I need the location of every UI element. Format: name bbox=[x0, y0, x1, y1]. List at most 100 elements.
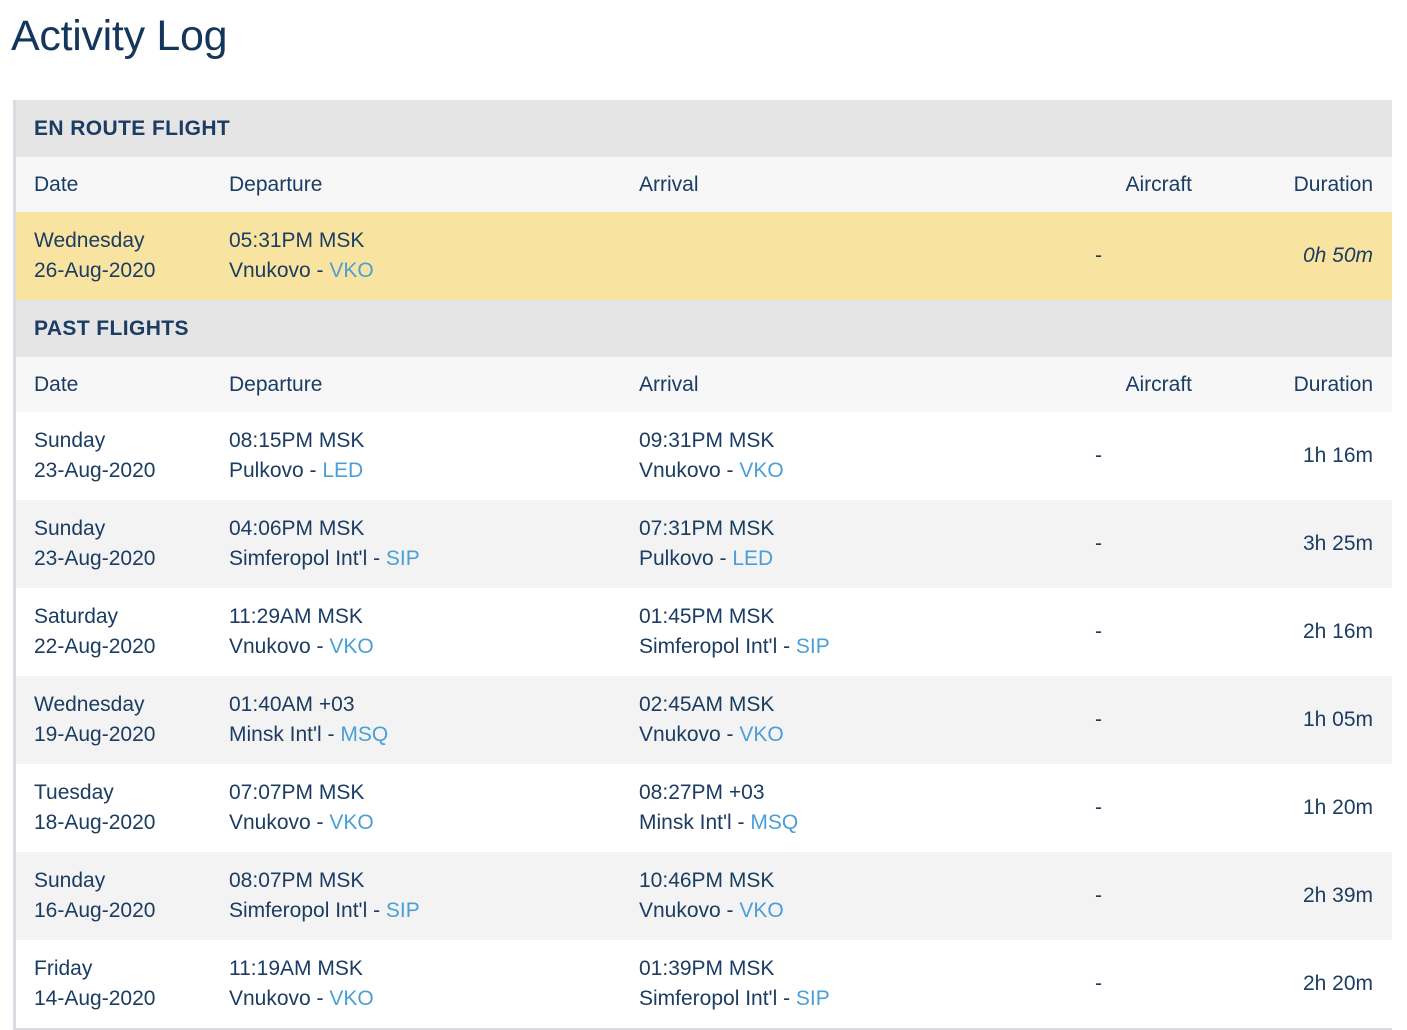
airport-name: Vnukovo - bbox=[639, 459, 740, 482]
cell-departure: 08:15PM MSK Pulkovo - LED bbox=[224, 412, 634, 500]
cell-departure: 01:40AM +03 Minsk Int'l - MSQ bbox=[224, 676, 634, 764]
airport-name: Simferopol Int'l - bbox=[639, 635, 796, 658]
aircraft-value: - bbox=[1095, 532, 1102, 555]
airport-name: Minsk Int'l - bbox=[639, 811, 751, 834]
departure-time: 01:40AM +03 bbox=[229, 693, 355, 716]
table-row[interactable]: Sunday 23-Aug-2020 08:15PM MSK Pulkovo - LE… bbox=[16, 412, 1393, 500]
flight-day: Tuesday bbox=[34, 781, 114, 804]
flight-day: Sunday bbox=[34, 517, 106, 540]
airport-code-link[interactable]: VKO bbox=[329, 635, 373, 658]
airport-name: Vnukovo - bbox=[229, 259, 330, 282]
section-header-en-route-flight: EN ROUTE FLIGHT bbox=[16, 100, 1393, 157]
flight-day: Sunday bbox=[34, 869, 106, 892]
cell-departure: 11:19AM MSK Vnukovo - VKO bbox=[224, 940, 634, 1028]
departure-airport: Vnukovo - VKO bbox=[229, 632, 634, 662]
cell-date: Wednesday 26-Aug-2020 bbox=[16, 212, 224, 300]
departure-time: 11:19AM MSK bbox=[229, 957, 363, 980]
cell-aircraft: - bbox=[1049, 940, 1229, 1028]
column-header-arrival: Arrival bbox=[634, 357, 1049, 412]
cell-arrival: 09:31PM MSK Vnukovo - VKO bbox=[634, 412, 1049, 500]
column-header-duration: Duration bbox=[1229, 157, 1393, 212]
airport-code-link[interactable]: LED bbox=[322, 459, 363, 482]
aircraft-value: - bbox=[1095, 708, 1102, 731]
column-header-aircraft: Aircraft bbox=[1049, 357, 1229, 412]
departure-time: 07:07PM MSK bbox=[229, 781, 365, 804]
airport-code-link[interactable]: SIP bbox=[796, 635, 830, 658]
cell-departure: 11:29AM MSK Vnukovo - VKO bbox=[224, 588, 634, 676]
activity-log-page: Activity Log EN ROUTE FLIGHT Date Departur… bbox=[0, 0, 1407, 1030]
arrival-airport: Vnukovo - VKO bbox=[639, 456, 1049, 486]
arrival-time: 10:46PM MSK bbox=[639, 869, 775, 892]
airport-code-link[interactable]: LED bbox=[732, 547, 773, 570]
aircraft-value: - bbox=[1095, 884, 1102, 907]
airport-name: Vnukovo - bbox=[229, 811, 330, 834]
activity-log-table: EN ROUTE FLIGHT Date Departure Arrival Aircr… bbox=[16, 100, 1393, 1028]
airport-name: Vnukovo - bbox=[639, 723, 740, 746]
column-header-row: Date Departure Arrival Aircraft Duration bbox=[16, 157, 1393, 212]
column-header-aircraft: Aircraft bbox=[1049, 157, 1229, 212]
column-header-departure: Departure bbox=[224, 357, 634, 412]
airport-code-link[interactable]: SIP bbox=[386, 899, 420, 922]
table-row[interactable]: Friday 14-Aug-2020 11:19AM MSK Vnukovo - VK… bbox=[16, 940, 1393, 1028]
departure-airport: Pulkovo - LED bbox=[229, 456, 634, 486]
flight-date: 23-Aug-2020 bbox=[34, 459, 156, 482]
cell-aircraft: - bbox=[1049, 212, 1229, 300]
flight-day: Saturday bbox=[34, 605, 119, 628]
cell-aircraft: - bbox=[1049, 676, 1229, 764]
cell-aircraft: - bbox=[1049, 764, 1229, 852]
airport-code-link[interactable]: SIP bbox=[386, 547, 420, 570]
flight-date: 16-Aug-2020 bbox=[34, 899, 156, 922]
cell-arrival: 01:39PM MSK Simferopol Int'l - SIP bbox=[634, 940, 1049, 1028]
departure-time: 08:07PM MSK bbox=[229, 869, 365, 892]
cell-duration: 2h 16m bbox=[1229, 588, 1393, 676]
page-title: Activity Log bbox=[11, 12, 228, 60]
departure-airport: Vnukovo - VKO bbox=[229, 984, 634, 1014]
cell-arrival: 01:45PM MSK Simferopol Int'l - SIP bbox=[634, 588, 1049, 676]
table-row[interactable]: Wednesday 26-Aug-2020 05:31PM MSK Vnukovo -… bbox=[16, 212, 1393, 300]
table-row[interactable]: Wednesday 19-Aug-2020 01:40AM +03 Minsk Int… bbox=[16, 676, 1393, 764]
arrival-time: 07:31PM MSK bbox=[639, 517, 775, 540]
cell-duration: 0h 50m bbox=[1229, 212, 1393, 300]
airport-code-link[interactable]: MSQ bbox=[340, 723, 388, 746]
arrival-time: 09:31PM MSK bbox=[639, 429, 775, 452]
cell-date: Sunday 23-Aug-2020 bbox=[16, 412, 224, 500]
table-row[interactable]: Saturday 22-Aug-2020 11:29AM MSK Vnukovo - … bbox=[16, 588, 1393, 676]
column-header-departure: Departure bbox=[224, 157, 634, 212]
activity-log-panel: EN ROUTE FLIGHT Date Departure Arrival Aircr… bbox=[13, 100, 1393, 1030]
flight-date: 19-Aug-2020 bbox=[34, 723, 156, 746]
arrival-airport: Simferopol Int'l - SIP bbox=[639, 984, 1049, 1014]
arrival-airport: Pulkovo - LED bbox=[639, 544, 1049, 574]
cell-duration: 3h 25m bbox=[1229, 500, 1393, 588]
airport-name: Vnukovo - bbox=[639, 899, 740, 922]
table-row[interactable]: Tuesday 18-Aug-2020 07:07PM MSK Vnukovo - V… bbox=[16, 764, 1393, 852]
airport-code-link[interactable]: SIP bbox=[796, 987, 830, 1010]
airport-code-link[interactable]: VKO bbox=[739, 899, 783, 922]
cell-arrival: 10:46PM MSK Vnukovo - VKO bbox=[634, 852, 1049, 940]
cell-date: Tuesday 18-Aug-2020 bbox=[16, 764, 224, 852]
arrival-airport: Simferopol Int'l - SIP bbox=[639, 632, 1049, 662]
arrival-time: 02:45AM MSK bbox=[639, 693, 775, 716]
arrival-time: 01:39PM MSK bbox=[639, 957, 775, 980]
airport-code-link[interactable]: VKO bbox=[329, 259, 373, 282]
airport-name: Pulkovo - bbox=[639, 547, 733, 570]
departure-airport: Simferopol Int'l - SIP bbox=[229, 544, 634, 574]
cell-aircraft: - bbox=[1049, 500, 1229, 588]
cell-departure: 05:31PM MSK Vnukovo - VKO bbox=[224, 212, 634, 300]
airport-code-link[interactable]: MSQ bbox=[750, 811, 798, 834]
airport-code-link[interactable]: VKO bbox=[739, 723, 783, 746]
section-header-label: PAST FLIGHTS bbox=[16, 300, 1393, 357]
flight-day: Wednesday bbox=[34, 229, 145, 252]
airport-code-link[interactable]: VKO bbox=[739, 459, 783, 482]
table-row[interactable]: Sunday 16-Aug-2020 08:07PM MSK Simferopol I… bbox=[16, 852, 1393, 940]
cell-duration: 1h 05m bbox=[1229, 676, 1393, 764]
airport-code-link[interactable]: VKO bbox=[329, 811, 373, 834]
cell-date: Friday 14-Aug-2020 bbox=[16, 940, 224, 1028]
cell-date: Sunday 16-Aug-2020 bbox=[16, 852, 224, 940]
column-header-date: Date bbox=[16, 357, 224, 412]
table-row[interactable]: Sunday 23-Aug-2020 04:06PM MSK Simferopol I… bbox=[16, 500, 1393, 588]
arrival-time: 01:45PM MSK bbox=[639, 605, 775, 628]
aircraft-value: - bbox=[1095, 244, 1102, 267]
aircraft-value: - bbox=[1095, 620, 1102, 643]
airport-code-link[interactable]: VKO bbox=[329, 987, 373, 1010]
departure-airport: Simferopol Int'l - SIP bbox=[229, 896, 634, 926]
